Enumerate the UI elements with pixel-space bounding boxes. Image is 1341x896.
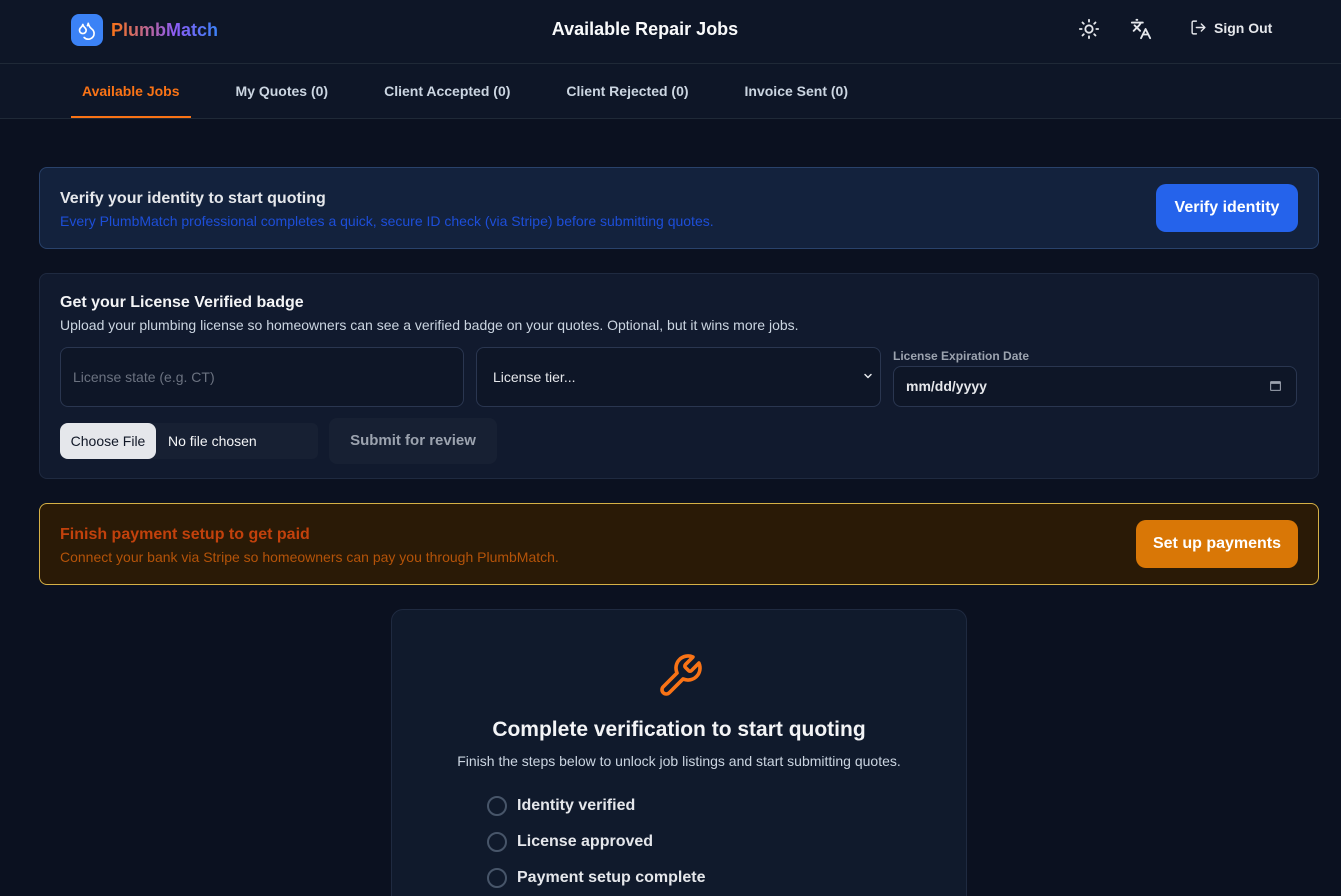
tab-my-quotes[interactable]: My Quotes (0) [225,64,340,118]
license-file-input[interactable]: Choose File No file chosen [60,423,318,459]
calendar-icon[interactable] [1269,379,1282,392]
license-state-input[interactable]: License state (e.g. CT) [60,347,464,407]
no-file-text: No file chosen [168,433,257,449]
verify-identity-button[interactable]: Verify identity [1156,184,1298,232]
tab-bar: Available Jobs My Quotes (0) Client Acce… [0,64,1341,119]
step-identity-verified: Identity verified [487,796,635,816]
gate-title: Complete verification to start quoting [492,718,866,741]
wrench-icon [660,654,702,696]
sun-icon[interactable] [1078,18,1100,40]
logout-icon [1191,20,1206,35]
translate-icon[interactable] [1130,18,1152,40]
tab-client-rejected[interactable]: Client Rejected (0) [555,64,699,118]
step-license-approved: License approved [487,832,653,852]
tab-available-jobs[interactable]: Available Jobs [71,64,191,118]
license-date-label: License Expiration Date [893,349,1030,363]
verify-identity-banner: Verify your identity to start quoting Ev… [39,167,1319,249]
date-placeholder: mm/dd/yyyy [906,378,987,394]
license-tier-value: License tier... [493,369,576,385]
unchecked-circle-icon [487,832,507,852]
license-title: Get your License Verified badge [60,294,304,311]
payment-title: Finish payment setup to get paid [60,526,310,543]
sign-out-label: Sign Out [1214,19,1273,36]
step-label: Identity verified [517,797,636,814]
sign-out-button[interactable]: Sign Out [1190,19,1272,36]
chevron-down-icon [864,373,872,379]
verify-title: Verify your identity to start quoting [60,190,326,207]
step-payment-setup: Payment setup complete [487,868,706,888]
verify-subtitle: Every PlumbMatch professional completes … [60,213,714,229]
submit-for-review-button[interactable]: Submit for review [329,418,497,464]
license-badge-card: Get your License Verified badge Upload y… [39,273,1319,479]
license-tier-select[interactable]: License tier... [476,347,881,407]
payment-setup-banner: Finish payment setup to get paid Connect… [39,503,1319,585]
step-label: Payment setup complete [517,869,706,886]
payment-subtitle: Connect your bank via Stripe so homeowne… [60,549,559,565]
license-expiration-input[interactable]: mm/dd/yyyy [893,366,1297,407]
gate-subtitle: Finish the steps below to unlock job lis… [457,753,901,769]
step-label: License approved [517,833,654,850]
unchecked-circle-icon [487,868,507,888]
verification-gate-card: Complete verification to start quoting F… [391,609,967,896]
license-subtitle: Upload your plumbing license so homeowne… [60,317,799,333]
choose-file-button[interactable]: Choose File [60,423,156,459]
unchecked-circle-icon [487,796,507,816]
top-header: PlumbMatch Available Repair Jobs Sign Ou… [0,0,1341,64]
set-up-payments-button[interactable]: Set up payments [1136,520,1298,568]
tab-invoice-sent[interactable]: Invoice Sent (0) [734,64,859,118]
tab-client-accepted[interactable]: Client Accepted (0) [373,64,521,118]
